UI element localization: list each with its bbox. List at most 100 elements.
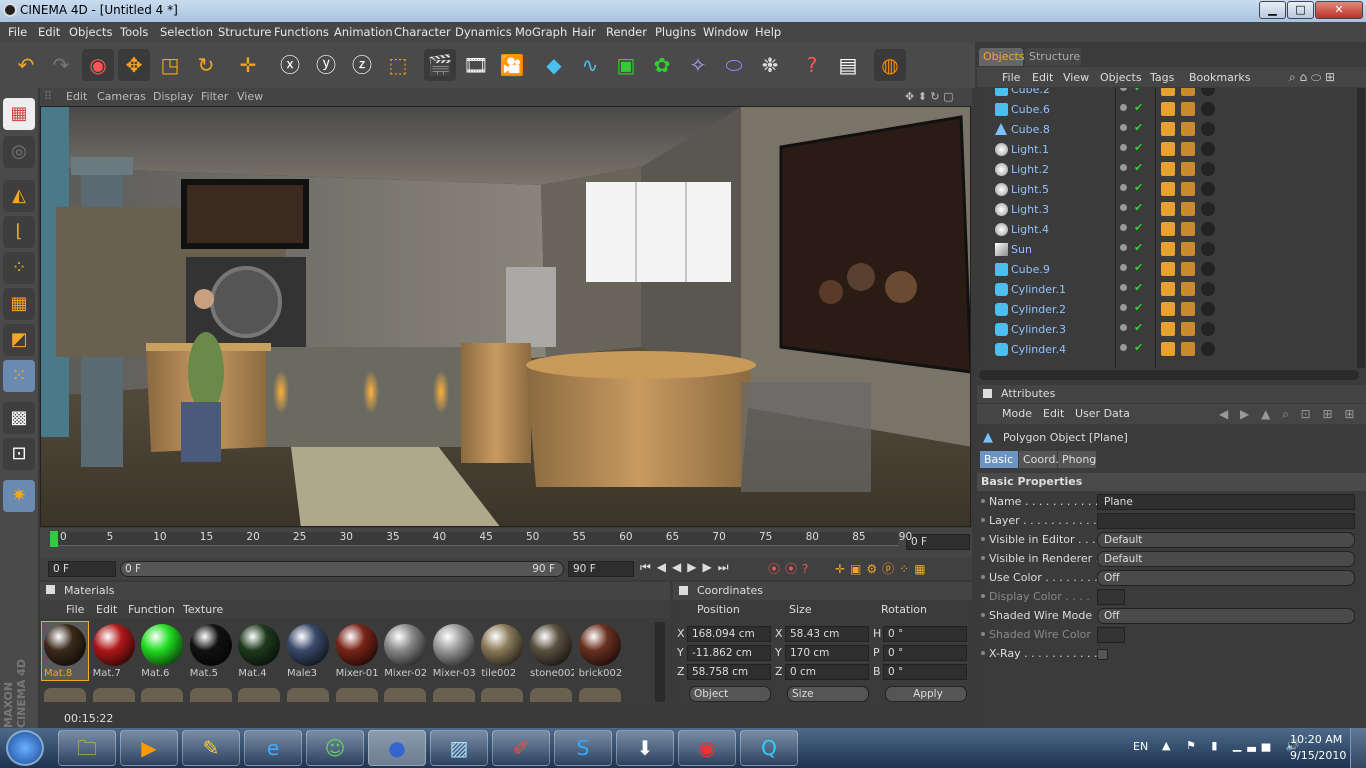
enabled-check-icon[interactable]: ✔ [1134, 201, 1143, 214]
enabled-check-icon[interactable]: ✔ [1134, 88, 1143, 94]
spline-icon[interactable]: ∿ [574, 49, 606, 81]
enabled-check-icon[interactable]: ✔ [1134, 241, 1143, 254]
enabled-check-icon[interactable]: ✔ [1134, 261, 1143, 274]
tag-icon[interactable] [1161, 322, 1175, 336]
object-row[interactable]: Light.1 ✔ [977, 140, 1357, 160]
attribute-value[interactable]: Default [1097, 532, 1355, 548]
enabled-check-icon[interactable]: ✔ [1134, 161, 1143, 174]
tag-icon[interactable] [1201, 222, 1215, 236]
menu-objects[interactable]: Objects [69, 25, 112, 39]
viewport-menu-display[interactable]: Display [153, 90, 194, 103]
tag-icon[interactable] [1181, 302, 1195, 316]
material-swatch[interactable]: stone002 [528, 622, 574, 680]
material-swatch-partial[interactable] [384, 688, 427, 702]
attribute-value[interactable] [1097, 627, 1125, 643]
tag-icon[interactable] [1181, 142, 1195, 156]
material-swatch-partial[interactable] [578, 688, 621, 702]
material-swatch[interactable]: Mixer-03 [431, 622, 477, 680]
viewport-menu-filter[interactable]: Filter [201, 90, 228, 103]
explorer-task-icon[interactable]: 🗀 [58, 730, 116, 766]
visibility-dot[interactable] [1120, 264, 1127, 271]
material-swatch-partial[interactable] [189, 688, 232, 702]
material-swatch[interactable]: Mixer-01 [334, 622, 380, 680]
viewport-menu-cameras[interactable]: Cameras [97, 90, 146, 103]
animate-dot[interactable] [981, 556, 985, 560]
x-axis-icon[interactable]: ⓧ [274, 49, 306, 81]
visibility-dot[interactable] [1120, 344, 1127, 351]
notepad-task-icon[interactable]: ✐ [492, 730, 550, 766]
coordinate-system-icon[interactable]: ⬚ [382, 49, 414, 81]
playback-buttons[interactable]: ⏮◀◀▶▶⏭ [640, 560, 735, 575]
visibility-dot[interactable] [1120, 144, 1127, 151]
tag-icon[interactable] [1181, 162, 1195, 176]
3d-viewport[interactable] [40, 106, 971, 527]
material-swatch-partial[interactable] [92, 688, 135, 702]
position-field[interactable]: -11.862 cm [687, 645, 771, 661]
tag-icon[interactable] [1181, 282, 1195, 296]
tag-icon[interactable] [1201, 302, 1215, 316]
position-field[interactable]: 168.094 cm [687, 626, 771, 642]
download-task-icon[interactable]: ⬇ [616, 730, 674, 766]
skype-task-icon[interactable]: S [554, 730, 612, 766]
enabled-check-icon[interactable]: ✔ [1134, 121, 1143, 134]
camera-light-icon[interactable]: ❉ [754, 49, 786, 81]
tag-icon[interactable] [1201, 262, 1215, 276]
visibility-dot[interactable] [1120, 284, 1127, 291]
object-tool-icon[interactable]: ⌊ [3, 216, 35, 248]
menu-functions[interactable]: Functions [274, 25, 329, 39]
attribute-value[interactable] [1097, 649, 1108, 660]
material-swatch[interactable]: Mat.6 [139, 622, 185, 680]
object-scrollbar[interactable] [1357, 88, 1365, 368]
material-swatch[interactable]: Male3 [285, 622, 331, 680]
size-field[interactable]: 0 cm [785, 664, 869, 680]
close-button[interactable]: ✕ [1315, 1, 1363, 19]
object-row[interactable]: Light.5 ✔ [977, 180, 1357, 200]
tag-icon[interactable] [1161, 262, 1175, 276]
tag-icon[interactable] [1161, 182, 1175, 196]
make-editable-icon[interactable]: ◎ [3, 136, 35, 168]
menu-structure[interactable]: Structure [218, 25, 272, 39]
tag-icon[interactable] [1201, 342, 1215, 356]
objects-menu-objects[interactable]: Objects [1100, 71, 1142, 84]
materials-menu-texture[interactable]: Texture [183, 603, 223, 616]
tag-icon[interactable] [1161, 242, 1175, 256]
enabled-check-icon[interactable]: ✔ [1134, 141, 1143, 154]
rotation-field[interactable]: 0 ° [883, 626, 967, 642]
object-row[interactable]: Light.2 ✔ [977, 160, 1357, 180]
animate-dot[interactable] [981, 613, 985, 617]
search-icon[interactable]: ⌕ ⌂ ⬭ ⊞ [1289, 70, 1335, 85]
menu-dynamics[interactable]: Dynamics [455, 25, 512, 39]
tag-icon[interactable] [1181, 88, 1195, 96]
clock-time[interactable]: 10:20 AM [1290, 733, 1342, 746]
paint-task-icon[interactable]: ✎ [182, 730, 240, 766]
z-axis-icon[interactable]: ⓩ [346, 49, 378, 81]
tag-icon[interactable] [1181, 202, 1195, 216]
size-field[interactable]: 170 cm [785, 645, 869, 661]
rotation-field[interactable]: 0 ° [883, 664, 967, 680]
menu-edit[interactable]: Edit [38, 25, 60, 39]
enabled-check-icon[interactable]: ✔ [1134, 101, 1143, 114]
tag-icon[interactable] [1161, 162, 1175, 176]
texture-tool-icon[interactable]: ▩ [3, 402, 35, 434]
animate-dot[interactable] [981, 537, 985, 541]
render-picture-viewer-icon[interactable]: 🎞 [460, 49, 492, 81]
menu-tools[interactable]: Tools [120, 25, 148, 39]
animate-dot[interactable] [981, 632, 985, 636]
attribute-value[interactable]: Default [1097, 551, 1355, 567]
enabled-check-icon[interactable]: ✔ [1134, 321, 1143, 334]
tag-icon[interactable] [1161, 282, 1175, 296]
photo-task-icon[interactable]: ▨ [430, 730, 488, 766]
enabled-check-icon[interactable]: ✔ [1134, 301, 1143, 314]
tag-icon[interactable] [1161, 142, 1175, 156]
material-swatch-partial[interactable] [238, 688, 281, 702]
viewport-menu-view[interactable]: View [237, 90, 263, 103]
attribute-value[interactable]: Off [1097, 608, 1355, 624]
media-player-task-icon[interactable]: ▶ [120, 730, 178, 766]
object-row[interactable]: Sun ✔ [977, 240, 1357, 260]
tag-icon[interactable] [1161, 342, 1175, 356]
redo-icon[interactable]: ↷ [45, 49, 77, 81]
tag-icon[interactable] [1161, 122, 1175, 136]
tag-icon[interactable] [1201, 202, 1215, 216]
menu-mograph[interactable]: MoGraph [515, 25, 567, 39]
visibility-dot[interactable] [1120, 164, 1127, 171]
